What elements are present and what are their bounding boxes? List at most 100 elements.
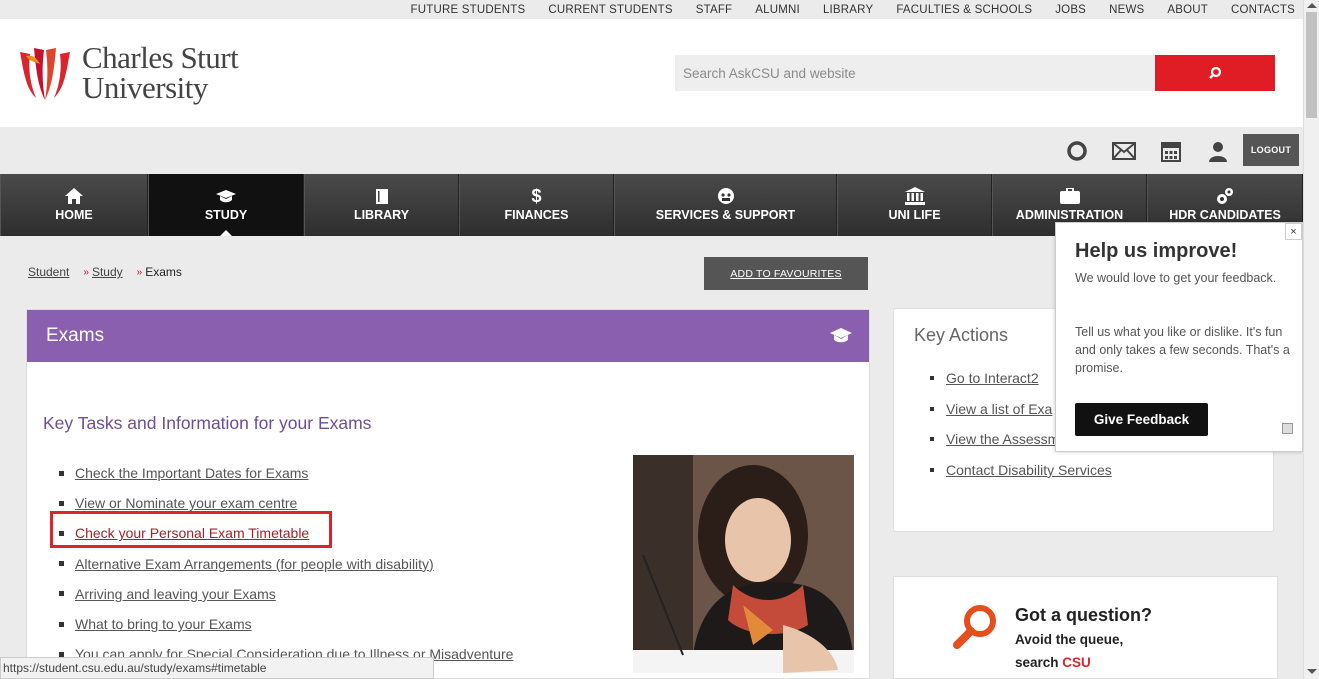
vertical-scrollbar[interactable] — [1303, 0, 1319, 679]
toplink-library[interactable]: LIBRARY — [823, 4, 873, 16]
breadcrumb-separator-icon: » — [83, 266, 89, 278]
bullet-icon — [59, 470, 64, 476]
nav-item-services-support[interactable]: SERVICES & SUPPORT — [614, 174, 837, 236]
list-item: Contact Disability Services — [930, 455, 1112, 486]
magnifier-icon — [953, 605, 996, 649]
toplink-alumni[interactable]: ALUMNI — [755, 4, 800, 16]
nav-label: STUDY — [204, 208, 248, 222]
bullet-icon — [59, 651, 64, 657]
toplink-faculties[interactable]: FACULTIES & SCHOOLS — [896, 4, 1032, 16]
search-input[interactable] — [675, 55, 1155, 91]
calendar-icon[interactable] — [1159, 139, 1183, 163]
nav-label: FINANCES — [504, 208, 569, 222]
got-a-question-box[interactable]: Got a question? Avoid the queue, search … — [893, 576, 1278, 679]
toplink-news[interactable]: NEWS — [1109, 4, 1144, 16]
nav-label: LIBRARY — [353, 208, 410, 222]
status-bar-url: https://student.csu.edu.au/study/exams#t… — [0, 657, 434, 679]
user-icon[interactable] — [1206, 139, 1230, 163]
csu-logo-mark-icon — [20, 48, 70, 100]
panel-subtitle: Key Tasks and Information for your Exams — [43, 413, 372, 433]
breadcrumb-student[interactable]: Student — [28, 265, 69, 279]
dollar-icon: $ — [531, 185, 542, 206]
breadcrumb-current: Exams — [145, 265, 182, 279]
bullet-icon — [930, 437, 934, 442]
panel-header: Exams — [27, 310, 869, 362]
feedback-text-2: Tell us what you like or dislike. It's f… — [1075, 325, 1290, 375]
action-link-interact2[interactable]: Go to Interact2 — [946, 370, 1039, 386]
question-line-2: search CSU — [1015, 655, 1091, 670]
book-icon — [374, 186, 390, 206]
task-link-alternative-arrangements[interactable]: Alternative Exam Arrangements (for peopl… — [75, 556, 434, 572]
close-icon[interactable]: × — [1285, 223, 1302, 240]
university-logo[interactable]: Charles Sturt University — [16, 40, 239, 105]
utility-bar: LOGOUT — [0, 127, 1303, 174]
toplink-current-students[interactable]: CURRENT STUDENTS — [548, 4, 672, 16]
scroll-down-icon[interactable] — [1307, 669, 1317, 674]
bullet-icon — [930, 406, 934, 411]
bullet-icon — [930, 467, 934, 472]
toplink-about[interactable]: ABOUT — [1167, 4, 1208, 16]
task-link-important-dates[interactable]: Check the Important Dates for Exams — [75, 465, 308, 481]
scroll-thumb[interactable] — [1306, 12, 1317, 118]
graduation-cap-icon — [216, 186, 236, 206]
breadcrumb-study[interactable]: Study — [92, 265, 123, 279]
add-to-favourites-button[interactable]: ADD TO FAVOURITES — [704, 257, 868, 290]
logout-button[interactable]: LOGOUT — [1243, 134, 1299, 166]
nav-item-library[interactable]: LIBRARY — [304, 174, 459, 236]
action-link-disability-services[interactable]: Contact Disability Services — [946, 462, 1112, 478]
logo-line-1: Charles Sturt — [82, 40, 239, 75]
gears-icon — [1215, 186, 1235, 206]
give-feedback-button[interactable]: Give Feedback — [1075, 403, 1208, 436]
expand-icon[interactable] — [1282, 423, 1293, 434]
key-actions-title: Key Actions — [914, 325, 1009, 345]
panel-title: Exams — [46, 325, 105, 346]
loading-ring-icon[interactable] — [1065, 139, 1089, 163]
task-link-arriving-leaving[interactable]: Arriving and leaving your Exams — [75, 586, 276, 602]
graduation-cap-icon — [830, 328, 852, 343]
list-item: Check the Important Dates for Exams — [59, 458, 513, 488]
task-link-what-to-bring[interactable]: What to bring to your Exams — [75, 616, 252, 632]
list-item: Alternative Exam Arrangements (for peopl… — [59, 549, 513, 579]
list-item: Arriving and leaving your Exams — [59, 579, 513, 609]
bullet-icon — [59, 621, 64, 627]
nav-item-finances[interactable]: $ FINANCES — [459, 174, 614, 236]
feedback-title: Help us improve! — [1075, 240, 1238, 262]
mail-icon[interactable] — [1112, 139, 1136, 163]
question-line-1: Avoid the queue, — [1015, 632, 1124, 647]
nav-label: HDR CANDIDATES — [1169, 208, 1281, 222]
student-photo — [633, 455, 854, 673]
feedback-popup: × Help us improve! We would love to get … — [1055, 222, 1303, 452]
logo-line-2: University — [82, 70, 208, 105]
task-list: Check the Important Dates for Exams View… — [59, 458, 513, 669]
highlight-box — [50, 511, 332, 548]
action-link-exam-list[interactable]: View a list of Exa — [946, 401, 1052, 417]
exams-panel: Exams Key Tasks and Information for your… — [26, 309, 870, 679]
task-link-exam-centre[interactable]: View or Nominate your exam centre — [75, 495, 297, 511]
site-header: Charles Sturt University — [0, 19, 1303, 127]
toplink-future-students[interactable]: FUTURE STUDENTS — [411, 4, 526, 16]
list-item: What to bring to your Exams — [59, 609, 513, 639]
nav-label: UNI LIFE — [888, 208, 941, 222]
top-links-bar: FUTURE STUDENTS CURRENT STUDENTS STAFF A… — [0, 0, 1303, 19]
briefcase-icon — [1059, 186, 1080, 206]
action-link-assessment[interactable]: View the Assessm — [946, 431, 1059, 447]
logo-text: Charles Sturt University — [82, 40, 239, 105]
toplink-contacts[interactable]: CONTACTS — [1231, 4, 1295, 16]
toplink-staff[interactable]: STAFF — [696, 4, 733, 16]
question-line-2-prefix: search — [1015, 655, 1063, 670]
nav-item-uni-life[interactable]: UNI LIFE — [837, 174, 992, 236]
nav-label: HOME — [55, 208, 93, 222]
breadcrumb-separator-icon: » — [136, 266, 143, 278]
bullet-icon — [59, 500, 64, 506]
nav-item-study[interactable]: STUDY — [148, 174, 304, 236]
scroll-up-icon[interactable] — [1307, 3, 1317, 8]
bullet-icon — [59, 591, 64, 597]
toplink-jobs[interactable]: JOBS — [1055, 4, 1086, 16]
bullet-icon — [59, 561, 64, 567]
search-button[interactable] — [1155, 55, 1275, 91]
support-icon — [717, 186, 735, 206]
home-icon — [65, 186, 83, 206]
search-icon — [1209, 66, 1222, 79]
nav-label: ADMINISTRATION — [1015, 208, 1124, 222]
nav-item-home[interactable]: HOME — [0, 174, 148, 236]
